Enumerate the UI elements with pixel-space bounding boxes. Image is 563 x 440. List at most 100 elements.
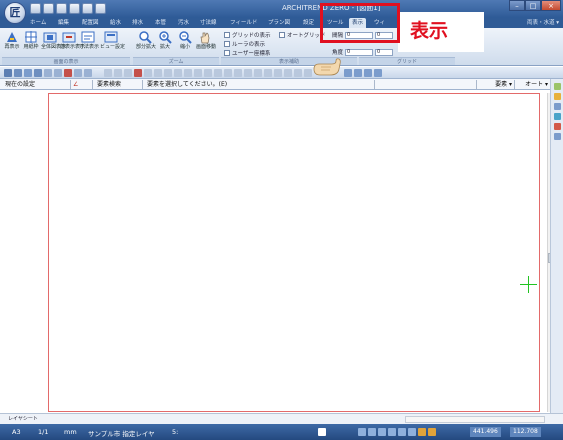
line-tool-icon[interactable] bbox=[104, 69, 112, 77]
group-tool-icon[interactable] bbox=[284, 69, 292, 77]
ribbon-right-label[interactable]: 両表・水道 ▾ bbox=[527, 18, 559, 28]
tab-sewage[interactable]: 汚水 bbox=[178, 18, 189, 28]
view-panel-icon[interactable] bbox=[554, 133, 561, 140]
select-tool-icon[interactable] bbox=[4, 69, 12, 77]
tab-water-supply[interactable]: 給水 bbox=[110, 18, 121, 28]
new-file-icon[interactable] bbox=[30, 3, 41, 14]
arc-tool-icon[interactable] bbox=[134, 69, 142, 77]
rect-tool-icon[interactable] bbox=[114, 69, 122, 77]
polar-toggle-icon[interactable] bbox=[388, 428, 396, 436]
drawing-canvas[interactable] bbox=[5, 90, 550, 412]
grid-angle-input[interactable]: 0 bbox=[345, 48, 374, 56]
tab-dimension[interactable]: 寸法線 bbox=[200, 18, 217, 28]
symbol-tool-icon[interactable] bbox=[174, 69, 182, 77]
layer-toggle-icon[interactable] bbox=[428, 428, 436, 436]
current-layer[interactable]: サンプル市 指定レイヤ bbox=[88, 428, 155, 438]
close-button[interactable]: × bbox=[541, 0, 561, 11]
full-view-button[interactable]: 全体図表示 bbox=[41, 30, 66, 50]
tab-field[interactable]: フィールド bbox=[230, 18, 257, 28]
dimension-display-button[interactable]: 寸法表示 bbox=[79, 30, 99, 50]
paper-frame-button[interactable]: 用紙枠 bbox=[22, 30, 40, 50]
prompt-input[interactable] bbox=[377, 80, 477, 89]
zoom-in-button[interactable]: 拡大 bbox=[156, 30, 174, 50]
undo-icon[interactable] bbox=[82, 3, 93, 14]
snap-mode-select[interactable]: オート ▾ bbox=[517, 80, 551, 89]
dimension-tool-icon[interactable] bbox=[164, 69, 172, 77]
layer-panel-icon[interactable] bbox=[554, 83, 561, 90]
array-tool-icon[interactable] bbox=[224, 69, 232, 77]
measure-tool-icon[interactable] bbox=[184, 69, 192, 77]
tab-settings[interactable]: 設定 bbox=[303, 18, 314, 28]
fillet-tool-icon[interactable] bbox=[204, 69, 212, 77]
drawing-scale[interactable]: 1/1 bbox=[38, 428, 48, 436]
horizontal-scrollbar[interactable] bbox=[405, 416, 545, 423]
export-icon[interactable] bbox=[354, 69, 362, 77]
scale-tool-icon[interactable] bbox=[234, 69, 242, 77]
osnap-toggle-icon[interactable] bbox=[378, 428, 386, 436]
tab-edit[interactable]: 編集 bbox=[58, 18, 69, 28]
snap-panel-icon[interactable] bbox=[554, 103, 561, 110]
print-preview-icon[interactable] bbox=[344, 69, 352, 77]
pan-button[interactable]: 画面移動 bbox=[196, 30, 216, 50]
tab-home[interactable]: ホーム bbox=[30, 18, 46, 28]
grid-toggle-icon[interactable] bbox=[368, 428, 376, 436]
element-mode-select[interactable]: 要素 ▾ bbox=[479, 80, 515, 89]
color-toggle-icon[interactable] bbox=[418, 428, 426, 436]
app-logo[interactable]: 匠 bbox=[4, 2, 26, 24]
partial-zoom-button[interactable]: 部分拡大 bbox=[136, 30, 156, 50]
break-tool-icon[interactable] bbox=[254, 69, 262, 77]
tab-main-pipe[interactable]: 本管 bbox=[155, 18, 166, 28]
element-search-button[interactable]: 要素検索 bbox=[95, 80, 143, 89]
marker-panel-icon[interactable] bbox=[554, 123, 561, 130]
previous-view-button[interactable]: 前表示表示 bbox=[60, 30, 85, 50]
explode-tool-icon[interactable] bbox=[274, 69, 282, 77]
hatch-tool-icon[interactable] bbox=[154, 69, 162, 77]
grid-angle-y-input[interactable]: 0 bbox=[375, 48, 394, 56]
save-icon[interactable] bbox=[56, 3, 67, 14]
info-panel-icon[interactable] bbox=[554, 113, 561, 120]
track-toggle-icon[interactable] bbox=[398, 428, 406, 436]
property-tool-icon[interactable] bbox=[304, 69, 312, 77]
zoom-out-button[interactable]: 縮小 bbox=[176, 30, 194, 50]
chamfer-tool-icon[interactable] bbox=[214, 69, 222, 77]
print-icon[interactable] bbox=[69, 3, 80, 14]
copy-tool-icon[interactable] bbox=[34, 69, 42, 77]
layer-tool-icon[interactable] bbox=[294, 69, 302, 77]
maximize-button[interactable]: □ bbox=[525, 0, 541, 11]
lineweight-toggle-icon[interactable] bbox=[408, 428, 416, 436]
pen-setting-icon[interactable]: ∠ bbox=[71, 80, 93, 89]
paper-size[interactable]: A3 bbox=[12, 428, 21, 436]
trim-tool-icon[interactable] bbox=[74, 69, 82, 77]
join-tool-icon[interactable] bbox=[264, 69, 272, 77]
auto-grid-checkbox[interactable]: オートグリッド bbox=[279, 31, 326, 39]
delete-tool-icon[interactable] bbox=[64, 69, 72, 77]
redraw-button[interactable]: 再表示 bbox=[3, 30, 21, 50]
zoom-in-label: 拡大 bbox=[159, 44, 170, 50]
open-file-icon[interactable] bbox=[43, 3, 54, 14]
user-coordinate-checkbox[interactable]: ユーザー座標系 bbox=[224, 49, 270, 57]
stretch-tool-icon[interactable] bbox=[244, 69, 252, 77]
mirror-tool-icon[interactable] bbox=[54, 69, 62, 77]
offset-tool-icon[interactable] bbox=[194, 69, 202, 77]
grid-display-checkbox[interactable]: グリッドの表示 bbox=[224, 31, 271, 39]
pointing-hand-icon bbox=[313, 58, 341, 76]
ruler-display-checkbox[interactable]: ルーラの表示 bbox=[224, 40, 265, 48]
help-icon[interactable] bbox=[374, 69, 382, 77]
circle-tool-icon[interactable] bbox=[124, 69, 132, 77]
property-panel-icon[interactable] bbox=[554, 93, 561, 100]
element-tool-icon[interactable] bbox=[14, 69, 22, 77]
ortho-toggle-icon[interactable] bbox=[358, 428, 366, 436]
snap-toggle-icon[interactable] bbox=[318, 428, 326, 436]
minimize-button[interactable]: – bbox=[509, 0, 525, 11]
tab-site-plan[interactable]: 配置図 bbox=[82, 18, 99, 28]
rotate-tool-icon[interactable] bbox=[44, 69, 52, 77]
tab-plan[interactable]: プラン図 bbox=[268, 18, 290, 28]
import-icon[interactable] bbox=[364, 69, 372, 77]
layer-sheet-tab[interactable]: レイヤシート bbox=[8, 415, 38, 424]
move-tool-icon[interactable] bbox=[24, 69, 32, 77]
redo-icon[interactable] bbox=[95, 3, 106, 14]
view-settings-button[interactable]: ビュー設定 bbox=[100, 30, 125, 50]
tab-drainage[interactable]: 排水 bbox=[132, 18, 143, 28]
extend-tool-icon[interactable] bbox=[84, 69, 92, 77]
text-tool-icon[interactable] bbox=[144, 69, 152, 77]
